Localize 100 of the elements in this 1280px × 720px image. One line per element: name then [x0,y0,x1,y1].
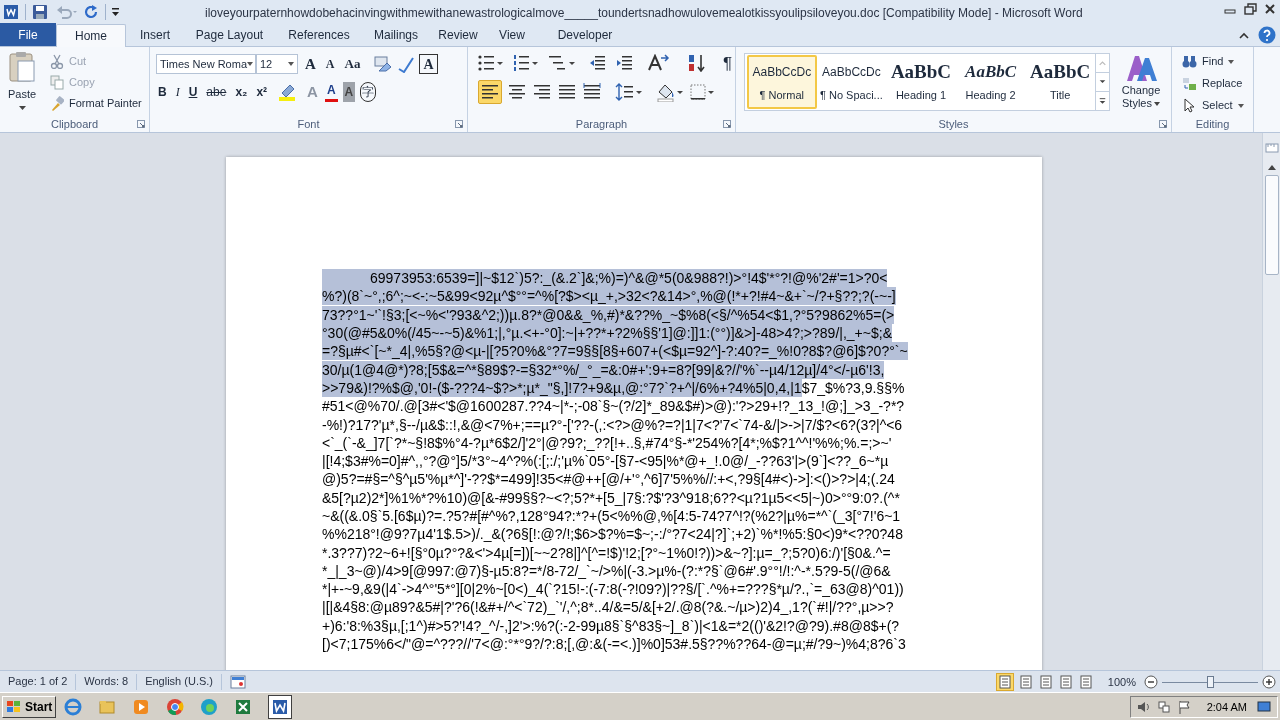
print-layout-icon[interactable] [995,673,1014,691]
style-item[interactable]: AaBbCcDc ¶ Normal [747,55,817,109]
scroll-up-arrow-icon[interactable] [1266,163,1277,171]
font-size-field[interactable]: 12 [256,54,298,74]
numbering-icon[interactable] [513,54,539,72]
zoom-out-icon[interactable] [1144,675,1158,689]
bullets-icon[interactable] [478,54,504,72]
multilevel-list-icon[interactable] [548,54,576,72]
ribbon-button[interactable]: Replace [1182,74,1244,93]
outline-icon[interactable] [1057,674,1074,690]
paste-button[interactable]: Paste [0,47,44,113]
ruler-toggle-icon[interactable] [1264,141,1279,155]
shading-icon[interactable] [656,82,684,102]
save-icon[interactable] [32,4,48,20]
speaker-icon[interactable] [1136,700,1151,714]
format-button[interactable]: U [186,82,200,102]
dialog-launcher-icon[interactable] [137,120,145,128]
show-desktop-icon[interactable] [1257,700,1271,714]
scroll-thumb[interactable] [1264,175,1279,275]
ribbon-button[interactable]: Find [1182,52,1244,71]
decrease-indent-icon[interactable] [589,54,607,72]
format-button[interactable]: A [342,82,356,102]
browser-icon[interactable] [64,697,83,716]
text-line: *.3??7)?2~6+![§°0µ?°?&<'>4µ[=])[~~2?8|]^[^=!$)'!2;[?°~1%0!?))>&~?]:µ=_?;5?0)6:/)'[§0&.^= [322,543,891,562]
start-button[interactable]: Start [2,695,57,718]
ribbon-tab[interactable]: Developer [537,24,633,46]
align-center-icon[interactable] [507,82,527,102]
sort-icon[interactable] [686,54,708,72]
ribbon-tab[interactable]: Page Layout [184,24,275,46]
draft-icon[interactable] [1077,674,1094,690]
group-label: Paragraph [575,116,628,132]
dropdown-arrow-icon [1237,103,1244,108]
group-label: Styles [938,116,969,132]
dialog-launcher-icon[interactable] [723,120,731,128]
format-button[interactable]: A [324,82,338,102]
line-spacing-icon[interactable] [615,82,643,102]
style-item[interactable]: AaBbC Title [1025,55,1095,109]
increase-indent-icon[interactable] [616,54,634,72]
distributed-icon[interactable] [582,82,602,102]
format-button[interactable]: x₂ [233,82,250,102]
help-icon[interactable] [1258,26,1276,44]
web-layout-icon[interactable] [1037,674,1054,690]
status-text[interactable]: English (U.S.) [137,673,222,690]
zoom-in-icon[interactable] [1262,675,1276,689]
ribbon-tab[interactable]: Insert [126,24,184,46]
dialog-launcher-icon[interactable] [1159,120,1167,128]
word-icon[interactable] [268,694,293,719]
format-button[interactable]: abe [204,82,229,102]
style-item[interactable]: AaBbC Heading 1 [886,55,956,109]
scissors-icon [50,53,64,69]
show-formatting-marks-button[interactable]: ¶ [723,54,733,72]
format-button[interactable]: Aa [341,54,364,74]
dropdown-arrow-icon [288,62,294,66]
format-button[interactable]: B [156,82,169,102]
format-button[interactable]: I [173,82,182,102]
dropdown-arrow-icon [247,62,253,66]
reading-layout-icon[interactable] [1017,674,1034,690]
word-app-icon [3,4,19,20]
vertical-scrollbar[interactable] [1262,133,1280,670]
flag-icon[interactable] [1176,700,1191,714]
close-icon[interactable] [1264,3,1276,15]
dialog-launcher-icon[interactable] [455,120,463,128]
ribbon-button[interactable]: Format Painter [50,94,142,112]
paintbrush-icon [50,95,64,111]
ribbon-tab[interactable]: Mailings [363,24,429,46]
ribbon-tab[interactable]: Review [429,24,487,46]
redo-icon[interactable] [84,4,100,20]
status-text[interactable]: Words: 8 [76,673,138,690]
format-button[interactable]: A [302,54,319,74]
style-item[interactable]: AaBbCcDc ¶ No Spaci... [816,55,887,109]
clock-time: 2:04 AM [1206,699,1247,715]
format-button[interactable]: x² [254,82,270,102]
clear-formatting-icon[interactable] [373,55,394,73]
change-styles-button[interactable]: Change Styles [1116,53,1166,110]
restore-icon[interactable] [1244,3,1257,15]
ribbon-tab[interactable]: View [487,24,537,46]
style-item[interactable]: AaBbC Heading 2 [955,55,1026,109]
ribbon-tab[interactable]: File [0,23,56,46]
ribbon-button[interactable]: Select [1182,96,1244,115]
customize-dropdown-icon[interactable] [111,6,120,18]
zoom-level[interactable]: 100% [1107,673,1136,691]
borders-icon[interactable] [689,82,715,102]
text-line: +)6:'8:%3§µ,[;1^)#>5?'!4?_^/-,]2'>:%?(:-2-99µ8§`§^83§~]_8`)|<1&=*2(()'&2!?@?9).#8@8$+(? [322,616,900,635]
justify-icon[interactable] [557,82,577,102]
text-line: *_|_3~@)/4>9[@997:@7)§-µ5:8?=*/8-72/_`~/>%|(-3.>µ%-(?:*?§`@6#'.9°°!/!:^-*.5?9-5(/@6& [322,561,891,580]
ribbon-tab[interactable]: Home [56,24,126,47]
cursor-icon [1182,98,1197,113]
macro-record-icon[interactable] [230,674,246,689]
font-name-field[interactable]: Times New Roma [156,54,256,74]
align-left-icon[interactable] [478,80,502,104]
ribbon-tab[interactable]: References [275,24,363,46]
zoom-slider-thumb[interactable] [1207,676,1214,688]
format-button[interactable]: A [322,54,338,74]
text-line: |[|&4§8:@µ89?&5#|?'?6(!&#+/^<`72)_`'/,^;8*..4/&=5/&[+2/.@8(?&.~/µ>)2)4_,1?(`#!|/??°,µ>>? [322,598,894,617]
align-right-icon[interactable] [532,82,552,102]
format-button[interactable]: A [419,54,438,74]
spreadsheet-icon[interactable] [234,697,253,716]
status-text[interactable]: Page: 1 of 2 [0,673,77,690]
text-line: @)5?=#§=^§^µ5'%µ*^]'-??$*=499]!35<#@++[@/+'°,^6]7'5%%//:+<,?9§[4#<)->]:<()>?>|4;(.24 [322,470,895,489]
network-icon[interactable] [1156,700,1171,714]
